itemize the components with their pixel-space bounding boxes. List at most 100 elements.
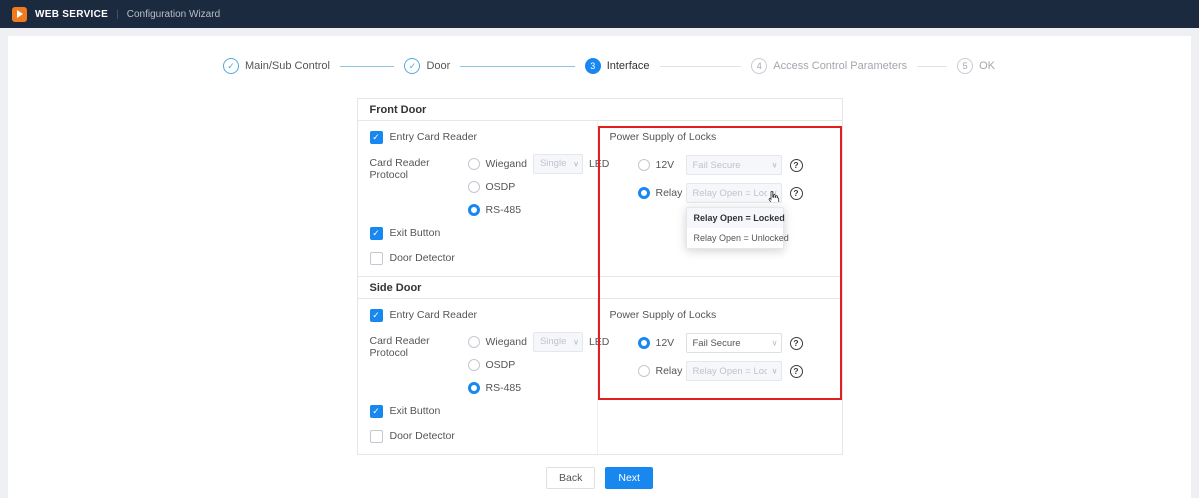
chevron-down-icon: ∨ bbox=[573, 159, 579, 168]
side-wiegand-mode-select[interactable]: Single ∨ bbox=[533, 332, 583, 352]
step-number: 4 bbox=[751, 58, 767, 74]
step-main-sub-control[interactable]: ✓ Main/Sub Control bbox=[223, 58, 330, 74]
step-label: Interface bbox=[607, 60, 650, 72]
side-door-section: ✓ Entry Card Reader Card Reader Protocol… bbox=[358, 299, 842, 454]
radio-label: Wiegand bbox=[486, 158, 527, 170]
radio-unselected-icon bbox=[468, 336, 480, 348]
side-12v-mode-select[interactable]: Fail Secure ∨ bbox=[686, 333, 782, 353]
relay-mode-dropdown: Relay Open = Locked Relay Open = Unlocke… bbox=[686, 207, 784, 249]
radio-unselected-icon bbox=[468, 181, 480, 193]
checkbox-label: Exit Button bbox=[390, 405, 441, 417]
help-icon[interactable]: ? bbox=[790, 187, 803, 200]
app-logo-icon bbox=[12, 7, 27, 22]
step-connector bbox=[340, 66, 394, 67]
chevron-down-icon: ∨ bbox=[772, 367, 778, 376]
step-label: Access Control Parameters bbox=[773, 60, 907, 72]
checkbox-checked-icon: ✓ bbox=[370, 309, 383, 322]
dropdown-option-relay-open-locked[interactable]: Relay Open = Locked bbox=[687, 208, 783, 228]
side-protocol-wiegand-radio[interactable]: Wiegand Single ∨ LED bbox=[468, 332, 610, 351]
front-wiegand-mode-select[interactable]: Single ∨ bbox=[533, 154, 583, 174]
step-connector bbox=[660, 66, 742, 67]
side-door-detector-checkbox[interactable]: Door Detector bbox=[370, 428, 585, 444]
dropdown-option-relay-open-unlocked[interactable]: Relay Open = Unlocked bbox=[687, 228, 783, 248]
main-card: ✓ Main/Sub Control ✓ Door 3 Interface 4 … bbox=[8, 36, 1191, 498]
front-power-relay-radio[interactable] bbox=[638, 187, 650, 199]
wizard-footer: Back Next bbox=[8, 467, 1191, 489]
step-access-control-parameters[interactable]: 4 Access Control Parameters bbox=[751, 58, 907, 74]
front-relay-mode-select[interactable]: Relay Open = Locked ∨ bbox=[686, 183, 782, 203]
radio-label: OSDP bbox=[486, 359, 516, 371]
radio-label: OSDP bbox=[486, 181, 516, 193]
front-power-12v-row: 12V Fail Secure ∨ ? bbox=[638, 155, 830, 175]
checkbox-unchecked-icon bbox=[370, 430, 383, 443]
step-label: OK bbox=[979, 60, 995, 72]
brand-title: WEB SERVICE bbox=[35, 9, 108, 20]
front-door-section: ✓ Entry Card Reader Card Reader Protocol… bbox=[358, 121, 842, 277]
side-door-section-title: Side Door bbox=[358, 277, 842, 299]
side-power-relay-row: Relay Relay Open = Locked ∨ ? bbox=[638, 361, 830, 381]
checkbox-checked-icon: ✓ bbox=[370, 405, 383, 418]
radio-label: 12V bbox=[656, 337, 686, 349]
checkbox-label: Entry Card Reader bbox=[390, 131, 478, 143]
card-reader-protocol-label: Card Reader Protocol bbox=[370, 154, 468, 223]
front-protocol-rs485-radio[interactable]: RS-485 bbox=[468, 200, 610, 219]
checkbox-label: Door Detector bbox=[390, 430, 455, 442]
checkbox-label: Door Detector bbox=[390, 252, 455, 264]
front-protocol-osdp-radio[interactable]: OSDP bbox=[468, 177, 610, 196]
radio-unselected-icon bbox=[468, 158, 480, 170]
checkbox-checked-icon: ✓ bbox=[370, 227, 383, 240]
front-power-supply-column: Power Supply of Locks 12V Fail Secure ∨ … bbox=[598, 121, 842, 276]
logo-glyph bbox=[17, 10, 23, 18]
step-connector bbox=[460, 66, 574, 67]
side-protocol-osdp-radio[interactable]: OSDP bbox=[468, 355, 610, 374]
side-power-12v-radio[interactable] bbox=[638, 337, 650, 349]
front-power-relay-row: Relay Relay Open = Locked ∨ ? Relay Open… bbox=[638, 183, 830, 203]
radio-label: Relay bbox=[656, 187, 686, 199]
front-12v-mode-select[interactable]: Fail Secure ∨ bbox=[686, 155, 782, 175]
side-power-12v-row: 12V Fail Secure ∨ ? bbox=[638, 333, 830, 353]
front-entry-card-reader-checkbox[interactable]: ✓ Entry Card Reader bbox=[370, 129, 585, 145]
front-power-12v-radio[interactable] bbox=[638, 159, 650, 171]
topbar-divider: | bbox=[116, 9, 119, 20]
chevron-down-icon: ∨ bbox=[772, 339, 778, 348]
wizard-steps: ✓ Main/Sub Control ✓ Door 3 Interface 4 … bbox=[223, 36, 995, 74]
step-number: 5 bbox=[957, 58, 973, 74]
help-icon[interactable]: ? bbox=[790, 159, 803, 172]
next-button[interactable]: Next bbox=[605, 467, 653, 489]
radio-label: RS-485 bbox=[486, 204, 522, 216]
step-interface[interactable]: 3 Interface bbox=[585, 58, 650, 74]
power-supply-title: Power Supply of Locks bbox=[610, 309, 830, 321]
topbar: WEB SERVICE | Configuration Wizard bbox=[0, 0, 1199, 28]
help-icon[interactable]: ? bbox=[790, 365, 803, 378]
page-title: Configuration Wizard bbox=[127, 9, 220, 20]
front-exit-button-checkbox[interactable]: ✓ Exit Button bbox=[370, 225, 585, 241]
front-door-left-column: ✓ Entry Card Reader Card Reader Protocol… bbox=[358, 121, 598, 276]
chevron-down-icon: ∨ bbox=[772, 161, 778, 170]
step-done-check-icon: ✓ bbox=[404, 58, 420, 74]
front-protocol-wiegand-radio[interactable]: Wiegand Single ∨ LED bbox=[468, 154, 610, 173]
side-protocol-rs485-radio[interactable]: RS-485 bbox=[468, 378, 610, 397]
help-icon[interactable]: ? bbox=[790, 337, 803, 350]
side-exit-button-checkbox[interactable]: ✓ Exit Button bbox=[370, 403, 585, 419]
radio-label: Relay bbox=[656, 365, 686, 377]
card-reader-protocol-label: Card Reader Protocol bbox=[370, 332, 468, 401]
front-card-reader-protocol-group: Card Reader Protocol Wiegand Single ∨ LE… bbox=[370, 154, 585, 223]
step-ok[interactable]: 5 OK bbox=[957, 58, 995, 74]
step-door[interactable]: ✓ Door bbox=[404, 58, 450, 74]
side-relay-mode-select[interactable]: Relay Open = Locked ∨ bbox=[686, 361, 782, 381]
side-power-relay-radio[interactable] bbox=[638, 365, 650, 377]
radio-unselected-icon bbox=[468, 359, 480, 371]
chevron-down-icon: ∨ bbox=[573, 337, 579, 346]
back-button[interactable]: Back bbox=[546, 467, 595, 489]
step-label: Door bbox=[426, 60, 450, 72]
front-door-detector-checkbox[interactable]: Door Detector bbox=[370, 250, 585, 266]
power-supply-title: Power Supply of Locks bbox=[610, 131, 830, 143]
side-entry-card-reader-checkbox[interactable]: ✓ Entry Card Reader bbox=[370, 307, 585, 323]
step-label: Main/Sub Control bbox=[245, 60, 330, 72]
interface-form-panel: Front Door ✓ Entry Card Reader Card Read… bbox=[357, 98, 843, 455]
side-card-reader-protocol-group: Card Reader Protocol Wiegand Single ∨ LE… bbox=[370, 332, 585, 401]
radio-selected-icon bbox=[468, 204, 480, 216]
side-power-supply-column: Power Supply of Locks 12V Fail Secure ∨ … bbox=[598, 299, 842, 454]
side-door-left-column: ✓ Entry Card Reader Card Reader Protocol… bbox=[358, 299, 598, 454]
radio-label: 12V bbox=[656, 159, 686, 171]
